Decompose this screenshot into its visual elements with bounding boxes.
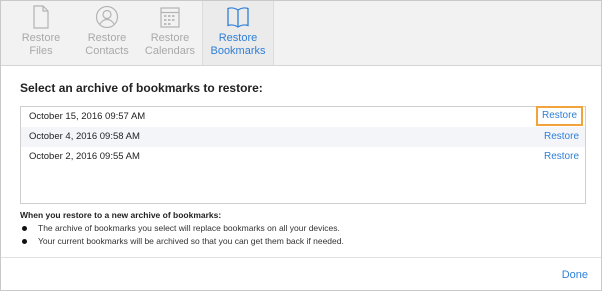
bullet-item: Your current bookmarks will be archived … — [20, 235, 344, 248]
list-item: October 4, 2016 09:58 AM Restore — [21, 127, 585, 147]
tab-restore-calendars[interactable]: Restore Calendars — [139, 1, 201, 65]
restore-link[interactable]: Restore — [544, 127, 579, 147]
footer-divider — [1, 257, 601, 258]
archive-list: October 15, 2016 09:57 AM Restore Octobe… — [20, 106, 586, 204]
info-bullets: The archive of bookmarks you select will… — [20, 222, 344, 248]
tab-line1: Restore — [150, 32, 190, 44]
restore-bookmarks-window: Restore Files Restore Contacts Restore C… — [0, 0, 602, 291]
person-icon — [77, 5, 137, 31]
bullet-item: The archive of bookmarks you select will… — [20, 222, 344, 235]
list-item: October 15, 2016 09:57 AM Restore — [21, 106, 585, 127]
info-title: When you restore to a new archive of boo… — [20, 210, 222, 220]
tab-line1: Restore — [21, 32, 61, 44]
tab-line2: Files — [29, 45, 53, 57]
tab-line1: Restore — [218, 32, 258, 44]
page-title: Select an archive of bookmarks to restor… — [20, 81, 263, 95]
bullet-text: Your current bookmarks will be archived … — [38, 236, 344, 246]
archive-date: October 15, 2016 09:57 AM — [29, 111, 146, 122]
tab-line2: Calendars — [144, 45, 196, 57]
bullet-text: The archive of bookmarks you select will… — [38, 223, 340, 233]
archive-date: October 4, 2016 09:58 AM — [29, 131, 140, 142]
restore-link[interactable]: Restore — [535, 106, 583, 126]
book-icon — [203, 5, 273, 31]
tab-line1: Restore — [87, 32, 127, 44]
tab-restore-files[interactable]: Restore Files — [13, 1, 69, 65]
bullet-dot-icon — [22, 226, 27, 231]
done-button[interactable]: Done — [562, 269, 588, 281]
calendar-icon — [139, 5, 201, 31]
archive-date: October 2, 2016 09:55 AM — [29, 151, 140, 162]
tab-restore-bookmarks[interactable]: Restore Bookmarks — [202, 1, 274, 65]
tab-line2: Bookmarks — [210, 45, 266, 57]
document-icon — [13, 5, 69, 31]
tab-line2: Contacts — [85, 45, 129, 57]
restore-link[interactable]: Restore — [544, 147, 579, 167]
toolbar: Restore Files Restore Contacts Restore C… — [1, 1, 601, 66]
tab-restore-contacts[interactable]: Restore Contacts — [77, 1, 137, 65]
list-item: October 2, 2016 09:55 AM Restore — [21, 147, 585, 167]
bullet-dot-icon — [22, 239, 27, 244]
